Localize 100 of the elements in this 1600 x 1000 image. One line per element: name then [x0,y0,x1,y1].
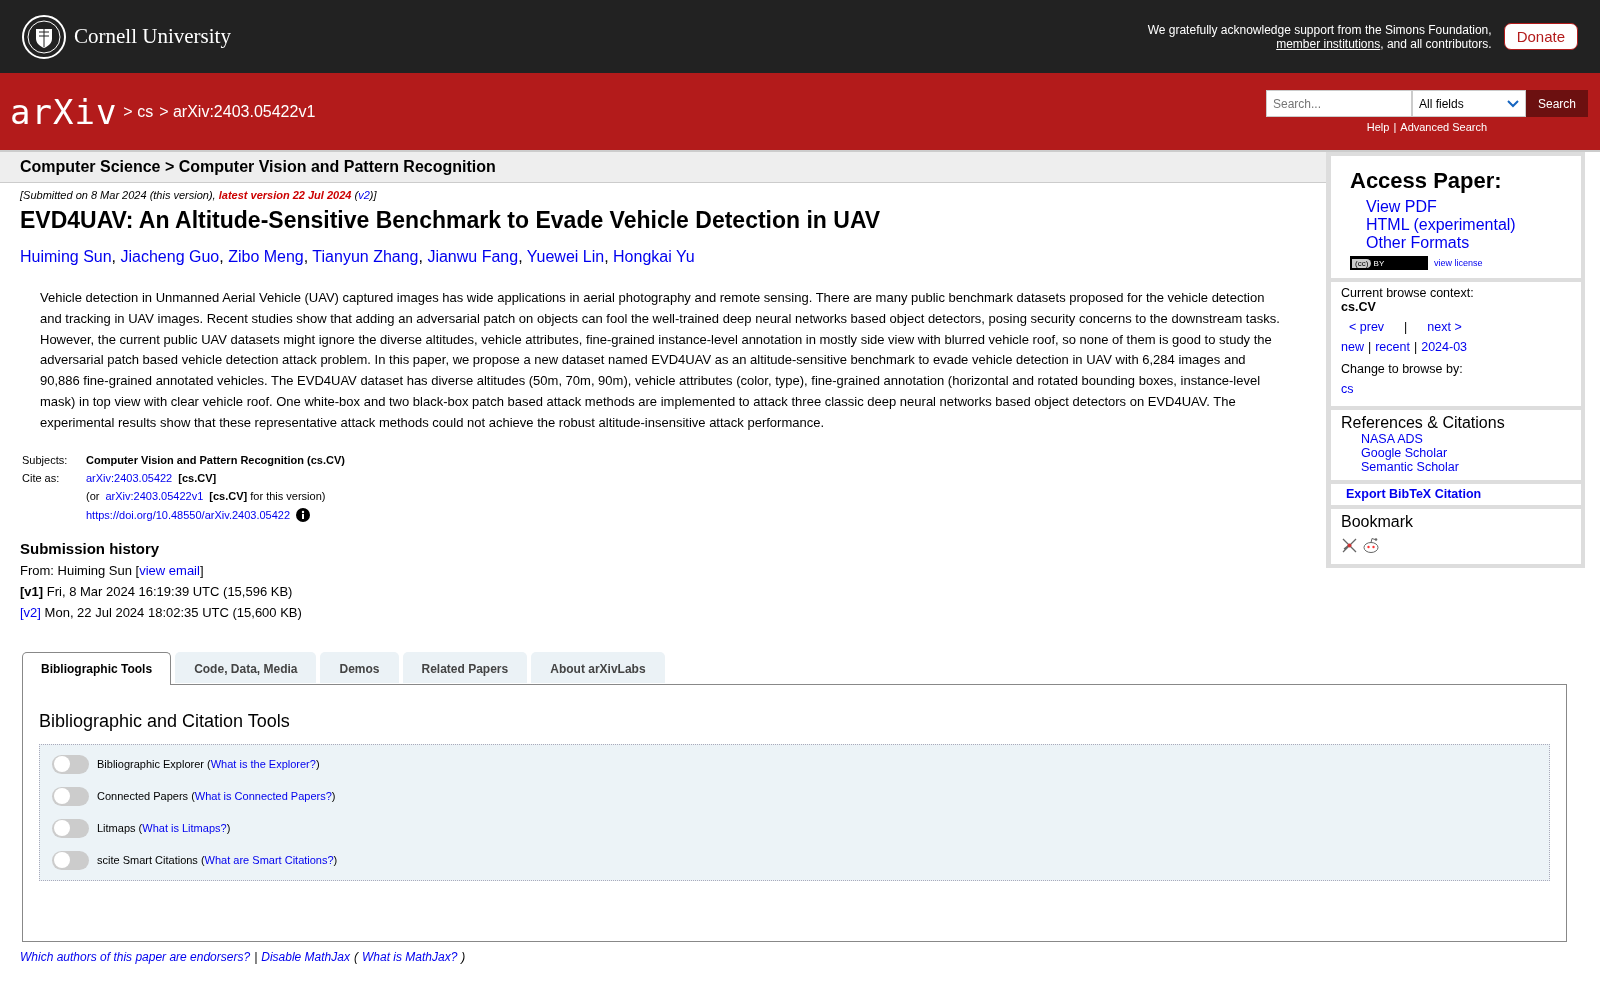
paren-text: ) [333,854,338,867]
comma: , [518,248,523,265]
citation-link[interactable]: arXiv:2403.05422v1 [105,489,204,502]
separator: | [1367,340,1372,354]
comma: , [219,248,224,265]
breadcrumb-link[interactable]: > arXiv:2403.05422v1 [159,102,316,121]
context-value: cs.CV [1341,300,1377,314]
browse-link[interactable]: new [1341,340,1364,354]
info-icon[interactable] [296,507,311,522]
tab[interactable]: Code, Data, Media [175,651,317,683]
toggle-switch[interactable] [52,754,89,774]
version-date: Fri, 8 Mar 2024 16:19:39 UTC (15,596 KB) [46,583,293,599]
reddit-icon[interactable] [1362,537,1380,554]
tab[interactable]: Demos [320,651,399,683]
comma: , [418,248,423,265]
university-name: Cornell University [74,24,231,49]
subjects-label: Subjects: [22,453,69,466]
cite-text: (or [86,489,100,502]
format-link[interactable]: HTML (experimental) [1366,216,1571,234]
submission-dateline: [Submitted on 8 Mar 2024 (this version), latest version 22 Jul 2024 (v2)] [20,189,378,201]
submission-history-heading: Submission history [20,539,161,557]
version-link[interactable]: [v2] [20,604,41,620]
mathjax-link[interactable]: Disable MathJax [261,949,350,964]
search-button[interactable]: Search [1525,90,1588,117]
paren-text: ) [461,949,466,964]
version-label: [v1] [20,583,44,599]
help-link[interactable]: Help [1366,121,1390,133]
tool-label: Connected Papers ( [97,790,195,803]
field-select[interactable]: All fields [1411,90,1526,117]
tool-label: scite Smart Citations ( [97,854,205,867]
author-link[interactable]: Jiacheng Guo [120,248,220,265]
tool-info-link[interactable]: What is the Explorer? [210,758,316,771]
reference-link[interactable]: Google Scholar [1361,446,1571,460]
toggle-switch[interactable] [52,850,89,870]
support-text: We gratefully acknowledge support from the Simons Foundation, member institutions, and all contributors. [1146,22,1492,51]
toggle-switch[interactable] [52,786,89,806]
reference-link[interactable]: NASA ADS [1361,432,1571,446]
comma: , [604,248,609,265]
reference-link[interactable]: Semantic Scholar [1361,460,1571,474]
paren-text: ) [226,822,231,835]
toggle-switch[interactable] [52,818,89,838]
chevron-icon [1506,99,1519,108]
citation-link[interactable]: arXiv:2403.05422 [86,471,173,484]
separator: | [1393,121,1397,133]
tab[interactable]: Bibliographic Tools [22,651,172,685]
from-text: ] [199,562,204,578]
from-text: From: Huiming Sun [ [20,562,140,578]
next-link[interactable]: next > [1427,320,1462,334]
university-seal-icon [22,14,66,59]
format-link[interactable]: Other Formats [1366,234,1571,252]
version-date: Mon, 22 Jul 2024 18:02:35 UTC (15,600 KB) [44,604,302,620]
context-label: Current browse context: [1341,286,1475,300]
browse-link[interactable]: cs [1341,382,1354,396]
author-link[interactable]: Zibo Meng [228,248,304,265]
category-header: Computer Science > Computer Vision and Pattern Recognition [0,152,1326,183]
tab[interactable]: About arXivLabs [531,651,665,683]
tools-heading: Bibliographic and Citation Tools [39,710,291,732]
author-link[interactable]: Tianyun Zhang [312,248,419,265]
format-link[interactable]: View PDF [1366,198,1571,216]
access-heading: Access Paper: [1350,168,1503,194]
bookmark-heading: Bookmark [1341,513,1415,531]
prev-link[interactable]: < prev [1349,320,1385,334]
version-link[interactable]: v2 [358,189,370,201]
paper-title: EVD4UAV: An Altitude-Sensitive Benchmark to Evade Vehicle Detection in UAV [20,207,882,234]
author-link[interactable]: Huiming Sun [20,248,112,265]
author-link[interactable]: Hongkai Yu [613,248,695,265]
cite-label: Cite as: [22,471,61,484]
tool-label: Bibliographic Explorer ( [97,758,211,771]
citation-link[interactable]: https://doi.org/10.48550/arXiv.2403.05422 [86,508,291,521]
separator: | [1413,340,1418,354]
help-link[interactable]: Advanced Search [1400,121,1488,133]
abstract-text: Vehicle detection in Unmanned Aerial Vehicle (UAV) captured images has wide applications in aerial photography and remote sensing. There are many public benchmark datasets proposed for the vehicle detection and tracking in UAV images. Recent studies show that adding an adversarial patch on objects can fool the well-trained deep neural networks based object detectors, posing security concerns to the downstream tasks. However, the current public UAV datasets might ignore the diverse altitudes, vehicle attributes, fine-grained instance-level annotation in mostly side view with blurred vehicle roof, so none of them is good to study the adversarial patch based vehicle detection attack problem. In this paper, we propose a new dataset named EVD4UAV as an altitude-sensitive benchmark to evade vehicle detection in UAV with 6,284 images and 90,886 fine-grained annotated vehicles. The EVD4UAV dataset has diverse altitudes (50m, 70m, 90m), vehicle attributes (color, type), fine-grained annotation (horizontal and rotated bounding boxes, instance-level mask) in top view with clear vehicle roof. One white-box and two black-box patch based attack methods are implemented to attack three classic deep neural networks based object detectors on EVD4UAV. The experimental results show that these representative attack methods could not achieve the robust altitude-insensitive attack performance. [40,289,1281,432]
cite-text: [cs.CV] for this version) [209,489,326,502]
tool-info-link[interactable]: What are Smart Citations? [204,854,334,867]
license-badge[interactable]: (cc) BY [1350,256,1428,270]
paren-text: ) [315,758,320,771]
view-license-link[interactable]: view license [1434,258,1483,268]
browse-link[interactable]: recent [1375,340,1410,354]
export-bibtex-link[interactable]: Export BibTeX Citation [1346,487,1571,501]
references-heading: References & Citations [1341,414,1506,432]
separator: | [1404,320,1408,334]
tool-info-link[interactable]: What is Litmaps? [142,822,227,835]
tool-label: Litmaps ( [97,822,143,835]
donate-button[interactable]: Donate [1503,23,1578,50]
browse-link[interactable]: 2024-03 [1421,340,1468,354]
tab[interactable]: Related Papers [402,651,528,683]
subjects-value: Computer Vision and Pattern Recognition (cs.CV) [86,453,346,466]
author-link[interactable]: Jianwu Fang [427,248,519,265]
network-icon[interactable] [1341,537,1358,554]
search-field[interactable]: Search... [1265,90,1412,117]
author-link[interactable]: Yuewei Lin [526,248,605,265]
endorsers-link[interactable]: Which authors of this paper are endorsers? [20,949,251,964]
mathjax-info-link[interactable]: What is MathJax? [361,949,458,964]
breadcrumb-link[interactable]: > cs [123,102,154,121]
view-email-link[interactable]: view email [139,562,200,578]
cite-text: [cs.CV] [178,471,217,484]
comma: , [111,248,117,265]
paren-text: ( [353,949,358,964]
paren-text: ) [331,790,336,803]
arxiv-logo[interactable]: arXiv [10,91,118,132]
